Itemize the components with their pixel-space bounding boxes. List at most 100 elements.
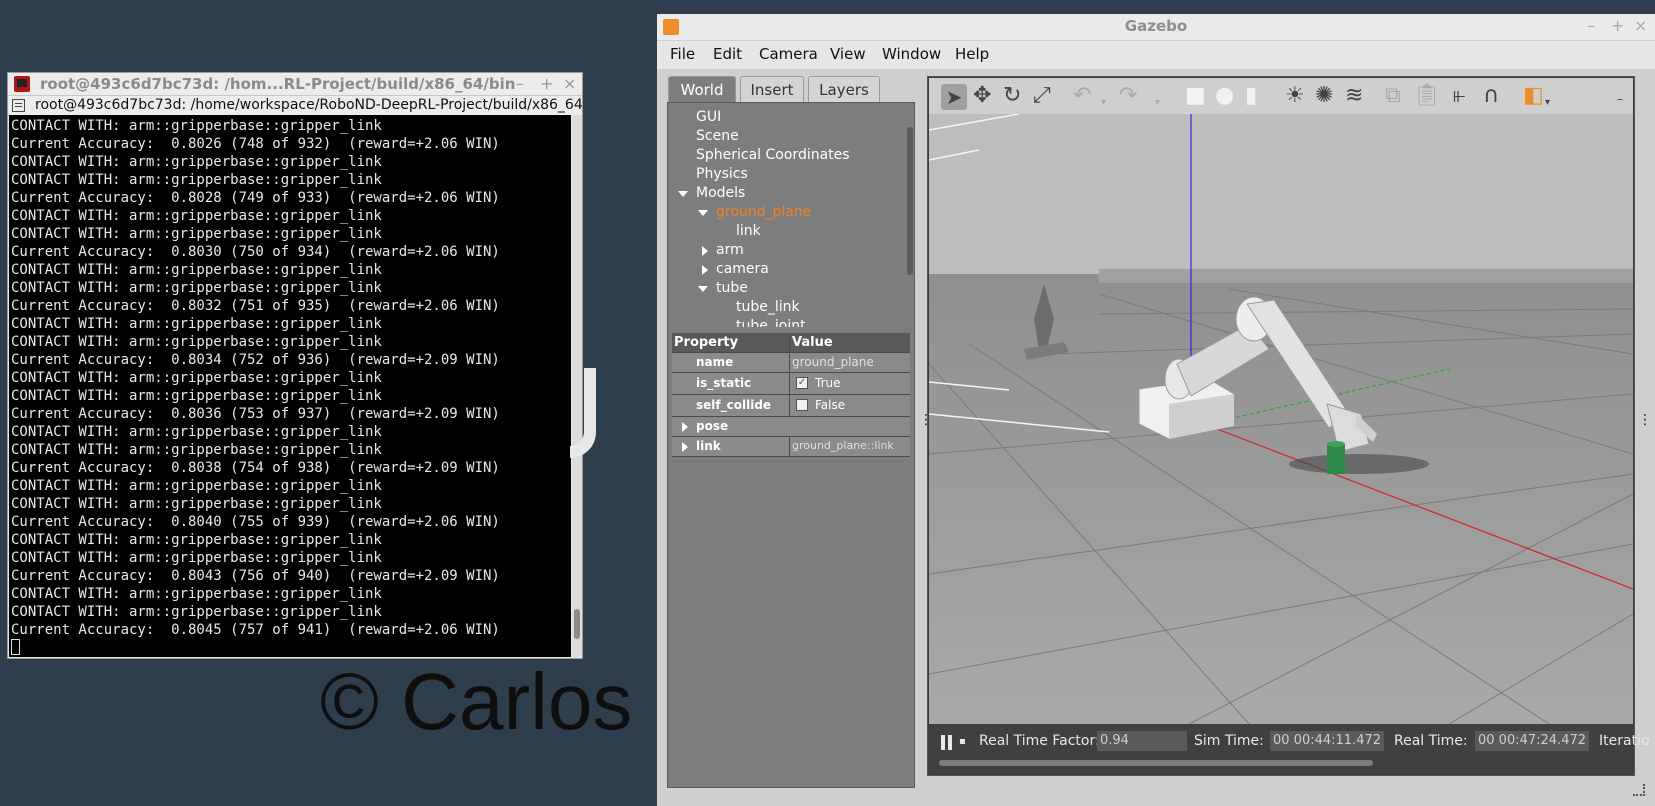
contact-line: CONTACT WITH: arm::gripperbase::gripper_… [11, 388, 382, 404]
terminal-scrollbar-thumb[interactable] [574, 609, 580, 639]
3d-viewport[interactable] [929, 114, 1633, 724]
property-label: is_static [696, 376, 752, 390]
tab-layers[interactable]: Layers [808, 76, 880, 102]
undo-dropdown-icon[interactable]: ▾ [1101, 92, 1106, 114]
copy-icon[interactable]: ⧉ [1385, 85, 1401, 107]
terminal-output[interactable]: CONTACT WITH: arm::gripperbase::gripper_… [9, 115, 571, 657]
menu-edit[interactable]: Edit [713, 45, 742, 63]
tab-insert[interactable]: Insert [740, 76, 804, 102]
accuracy-line: Current Accuracy: 0.8030 (750 of 934) (r… [11, 244, 500, 260]
column-divider [789, 353, 790, 372]
tree-item-ground-plane-link[interactable]: link [736, 223, 761, 239]
pause-icon[interactable] [941, 735, 945, 750]
property-row-self-collide[interactable]: self_collide False [672, 395, 910, 417]
align-icon[interactable]: ⫦ [1453, 85, 1465, 107]
maximize-button[interactable]: + [540, 74, 553, 93]
property-row-link[interactable]: link ground_plane::link [672, 437, 910, 457]
contact-line: CONTACT WITH: arm::gripperbase::gripper_… [11, 604, 382, 620]
property-row-name[interactable]: name ground_plane [672, 353, 910, 373]
box-shape-icon[interactable]: ■ [1185, 85, 1206, 107]
tree-item-gui[interactable]: GUI [696, 109, 721, 125]
select-mode-icon[interactable]: ➤ [941, 84, 967, 110]
terminal-tabbar[interactable]: root@493c6d7bc73d: /home/workspace/RoboN… [8, 96, 582, 115]
tree-item-physics[interactable]: Physics [696, 166, 748, 182]
value-column-header: Value [792, 335, 833, 350]
view-angle-icon[interactable]: ◧ [1523, 85, 1544, 107]
contact-line: CONTACT WITH: arm::gripperbase::gripper_… [11, 370, 382, 386]
step-icon[interactable]: ▪ [959, 736, 966, 747]
tree-item-tube-joint[interactable]: tube_joint [736, 318, 806, 327]
contact-line: CONTACT WITH: arm::gripperbase::gripper_… [11, 172, 382, 188]
accuracy-line: Current Accuracy: 0.8026 (748 of 932) (r… [11, 136, 500, 152]
gazebo-titlebar[interactable]: Gazebo – + × [657, 14, 1655, 40]
undo-icon[interactable]: ↶ [1073, 85, 1091, 107]
tree-item-spherical[interactable]: Spherical Coordinates [696, 147, 850, 163]
sim-time-value: 00 00:44:11.472 [1270, 731, 1385, 751]
tree-item-arm[interactable]: arm [716, 242, 744, 258]
expand-arrow-icon[interactable] [698, 286, 708, 292]
resize-grip-icon[interactable] [1633, 784, 1645, 796]
expand-arrow-icon[interactable] [682, 422, 688, 432]
contact-line: CONTACT WITH: arm::gripperbase::gripper_… [11, 334, 382, 350]
panel-splitter-handle[interactable]: ⋮ [1638, 412, 1652, 428]
redo-icon[interactable]: ↷ [1119, 85, 1137, 107]
snap-icon[interactable]: ∩ [1483, 85, 1499, 107]
maximize-button[interactable]: + [1611, 16, 1624, 35]
expand-arrow-icon[interactable] [682, 442, 688, 452]
cylinder-shape-icon[interactable]: ▮ [1245, 85, 1257, 107]
property-row-is-static[interactable]: is_static ✓ True [672, 373, 910, 395]
gazebo-title: Gazebo [1124, 17, 1188, 35]
contact-line: CONTACT WITH: arm::gripperbase::gripper_… [11, 262, 382, 278]
point-light-icon[interactable]: ☀ [1285, 85, 1305, 107]
translate-mode-icon[interactable]: ✥ [973, 85, 991, 107]
scale-mode-icon[interactable]: ⤢ [1033, 85, 1051, 107]
collapse-arrow-icon[interactable] [702, 246, 708, 256]
terminal-menu-icon[interactable] [12, 99, 25, 112]
terminal-tab-title[interactable]: root@493c6d7bc73d: /home/workspace/RoboN… [35, 97, 582, 113]
expand-arrow-icon[interactable] [678, 191, 688, 197]
column-divider [789, 395, 790, 416]
tree-item-scene[interactable]: Scene [696, 128, 739, 144]
tree-item-camera[interactable]: camera [716, 261, 769, 277]
tube-object [1327, 441, 1345, 474]
tab-world[interactable]: World [668, 76, 736, 102]
minimize-button[interactable]: – [516, 74, 524, 93]
world-tree[interactable]: GUI Scene Spherical Coordinates Physics … [668, 103, 904, 327]
accuracy-line: Current Accuracy: 0.8040 (755 of 939) (r… [11, 514, 500, 530]
close-button[interactable]: × [563, 74, 576, 93]
contact-line: CONTACT WITH: arm::gripperbase::gripper_… [11, 550, 382, 566]
toolbar-overflow-icon[interactable]: – [1617, 88, 1623, 110]
menu-camera[interactable]: Camera [759, 45, 818, 63]
directional-light-icon[interactable]: ≋ [1345, 85, 1363, 107]
tree-item-tube-link[interactable]: tube_link [736, 299, 800, 315]
menu-window[interactable]: Window [882, 45, 941, 63]
menu-view[interactable]: View [830, 45, 866, 63]
rotate-mode-icon[interactable]: ↻ [1003, 85, 1021, 107]
menu-help[interactable]: Help [955, 45, 989, 63]
tree-item-models[interactable]: Models [696, 185, 745, 201]
close-button[interactable]: × [1634, 16, 1647, 35]
property-value[interactable]: ground_plane [792, 355, 874, 369]
property-label: name [696, 355, 734, 369]
is-static-checkbox[interactable]: ✓ [796, 377, 808, 389]
accuracy-line: Current Accuracy: 0.8038 (754 of 938) (r… [11, 460, 500, 476]
pause-icon[interactable] [948, 735, 952, 750]
status-bar-scrollbar[interactable] [939, 760, 1373, 766]
spot-light-icon[interactable]: ✺ [1315, 85, 1333, 107]
menu-file[interactable]: File [670, 45, 695, 63]
view-angle-dropdown-icon[interactable]: ▾ [1545, 92, 1550, 114]
tree-scrollbar[interactable] [907, 127, 913, 275]
contact-line: CONTACT WITH: arm::gripperbase::gripper_… [11, 586, 382, 602]
self-collide-checkbox[interactable] [796, 399, 808, 411]
sphere-shape-icon[interactable]: ● [1215, 85, 1234, 107]
property-row-pose[interactable]: pose [672, 417, 910, 437]
tree-item-ground-plane[interactable]: ground_plane [716, 204, 811, 220]
paste-icon[interactable]: 📋︎ [1413, 85, 1441, 107]
simulation-status-bar: ▪ Real Time Factor: 0.94 Sim Time: 00 00… [929, 724, 1650, 774]
collapse-arrow-icon[interactable] [702, 265, 708, 275]
tree-item-tube[interactable]: tube [716, 280, 748, 296]
redo-dropdown-icon[interactable]: ▾ [1155, 92, 1160, 114]
terminal-titlebar[interactable]: root@493c6d7bc73d: /hom...RL-Project/bui… [8, 73, 582, 96]
minimize-button[interactable]: – [1587, 16, 1595, 35]
expand-arrow-icon[interactable] [698, 210, 708, 216]
